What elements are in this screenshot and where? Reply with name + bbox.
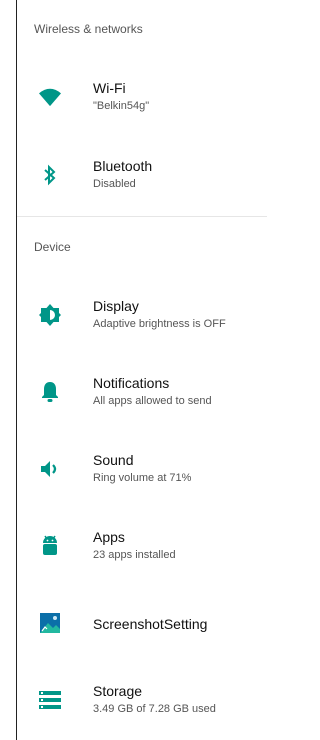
android-icon [39,535,61,557]
settings-list: Wireless & networks Wi-Fi "Belkin54g" Bl… [16,0,267,740]
notifications-title: Notifications [93,375,170,391]
bluetooth-icon [39,164,61,186]
sound-summary: Ring volume at 71% [93,472,192,484]
notifications-summary: All apps allowed to send [93,395,212,407]
wifi-icon [39,86,61,108]
storage-icon [39,689,61,711]
volume-icon [39,458,61,480]
settings-item-wifi[interactable]: Wi-Fi "Belkin54g" [17,62,267,134]
bluetooth-summary: Disabled [93,178,136,190]
image-icon [39,612,61,634]
settings-item-screenshot[interactable]: ScreenshotSetting [17,588,267,660]
settings-item-sound[interactable]: Sound Ring volume at 71% [17,434,267,506]
screenshot-title: ScreenshotSetting [93,616,208,632]
storage-summary: 3.49 GB of 7.28 GB used [93,703,216,715]
display-title: Display [93,298,139,314]
display-summary: Adaptive brightness is OFF [93,318,226,330]
storage-title: Storage [93,683,143,699]
settings-item-bluetooth[interactable]: Bluetooth Disabled [17,140,267,212]
section-title-wireless: Wireless & networks [34,22,143,36]
section-divider [17,216,267,217]
settings-item-apps[interactable]: Apps 23 apps installed [17,511,267,583]
brightness-icon [39,304,61,326]
sound-title: Sound [93,452,134,468]
section-title-device: Device [34,240,71,254]
settings-item-storage[interactable]: Storage 3.49 GB of 7.28 GB used [17,665,267,737]
settings-item-display[interactable]: Display Adaptive brightness is OFF [17,280,267,352]
settings-item-notifications[interactable]: Notifications All apps allowed to send [17,357,267,429]
bluetooth-title: Bluetooth [93,158,153,174]
apps-summary: 23 apps installed [93,549,176,561]
apps-title: Apps [93,529,125,545]
wifi-title: Wi-Fi [93,80,126,96]
bell-icon [39,381,61,403]
wifi-summary: "Belkin54g" [93,100,150,112]
